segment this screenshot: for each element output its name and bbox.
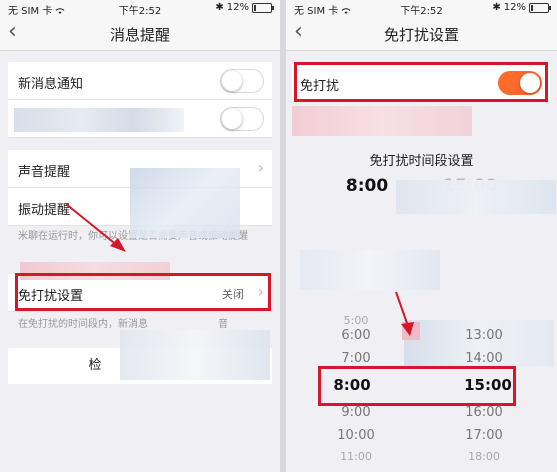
section-title: 免打扰时间段设置 <box>369 154 474 169</box>
picker-start-selected[interactable]: 8:00 <box>312 376 392 394</box>
chevron-right-icon: › <box>257 158 264 177</box>
battery-fill <box>254 4 256 11</box>
status-bar: 无 SIM 卡 下午2:52 ✱ 12% <box>0 0 280 17</box>
time-range-tail: - 15:00 <box>430 176 498 196</box>
new-message-toggle[interactable] <box>220 69 264 93</box>
blur-block <box>402 322 420 340</box>
toggle-knob <box>222 109 242 129</box>
battery-text: 12% <box>226 2 249 13</box>
toggle-knob <box>222 71 242 91</box>
nav-bar: ‹ 免打扰设置 <box>286 16 557 51</box>
battery-icon <box>252 2 274 13</box>
battery-text: 12% <box>503 2 526 13</box>
dnd-note-text: 在免打扰的时间段内，新消息 <box>18 319 148 330</box>
time-start: 8:00 <box>345 176 389 196</box>
picker-start-item[interactable]: 9:00 <box>316 405 396 420</box>
page-title: 免打扰设置 <box>383 26 459 44</box>
battery-icon <box>529 2 551 13</box>
bluetooth-icon: ✱ <box>215 2 224 13</box>
dnd-note: 在免打扰的时间段内，新消息 音 <box>18 318 268 332</box>
running-note: 米聊在运行时，你可以设置是否需要声音或振动提醒 <box>18 231 248 242</box>
sound-row[interactable]: 声音提醒 › <box>8 150 272 188</box>
dnd-toggle[interactable] <box>498 71 542 95</box>
picker-end-item[interactable]: 13:00 <box>444 328 524 343</box>
page-title: 消息提醒 <box>109 26 170 44</box>
picker-end-selected[interactable]: 15:00 <box>448 376 528 394</box>
toggle-knob <box>520 73 540 93</box>
picker-start-item[interactable]: 7:00 <box>316 351 396 366</box>
picker-start-item[interactable]: 10:00 <box>316 428 396 443</box>
picker-end-item[interactable]: 17:00 <box>444 428 524 443</box>
chevron-right-icon: › <box>257 282 264 301</box>
dnd-note-tail: 音 <box>218 319 228 330</box>
picker-end-item[interactable]: 18:00 <box>444 450 524 463</box>
dnd-setting-row[interactable]: 免打扰设置 关闭 › <box>8 274 272 312</box>
status-bar: 无 SIM 卡 下午2:52 ✱ 12% <box>286 0 557 17</box>
dnd-label: 免打扰 <box>300 79 340 94</box>
dnd-setting-label: 免打扰设置 <box>18 289 84 304</box>
picker-end-item[interactable]: 16:00 <box>444 405 524 420</box>
bluetooth-icon: ✱ <box>492 2 501 13</box>
battery-area: ✱ 12% <box>492 2 551 13</box>
vibrate-label: 振动提醒 <box>18 203 71 218</box>
new-message-row: 新消息通知 <box>8 62 272 100</box>
left-screen: 无 SIM 卡 下午2:52 ✱ 12% ‹ 消息提醒 新消息通知 声音提醒 ›… <box>0 0 280 472</box>
check-button[interactable]: 检 <box>8 348 272 384</box>
new-message-label: 新消息通知 <box>18 77 84 92</box>
right-screen: 无 SIM 卡 下午2:52 ✱ 12% ‹ 免打扰设置 免打扰 免打扰时间段设… <box>286 0 557 472</box>
battery-area: ✱ 12% <box>215 2 274 13</box>
vibrate-row[interactable]: 振动提醒 <box>8 188 272 226</box>
dnd-setting-value: 关闭 <box>222 288 244 301</box>
battery-fill <box>531 4 533 11</box>
nav-bar: ‹ 消息提醒 <box>0 16 280 51</box>
sound-label: 声音提醒 <box>18 165 71 180</box>
time-range: 8:00 - 15:00 <box>286 176 557 196</box>
picker-start-item[interactable]: 5:00 <box>316 314 396 327</box>
blurred-row <box>8 100 272 138</box>
picker-start-item[interactable]: 11:00 <box>316 450 396 463</box>
blurred-toggle[interactable] <box>220 107 264 131</box>
picker-end-item[interactable]: 14:00 <box>444 351 524 366</box>
check-button-label: 检 <box>88 358 102 373</box>
picker-start-item[interactable]: 6:00 <box>316 328 396 343</box>
blur-block <box>300 250 440 290</box>
dnd-row: 免打扰 <box>292 64 550 102</box>
blur-block <box>292 106 472 136</box>
